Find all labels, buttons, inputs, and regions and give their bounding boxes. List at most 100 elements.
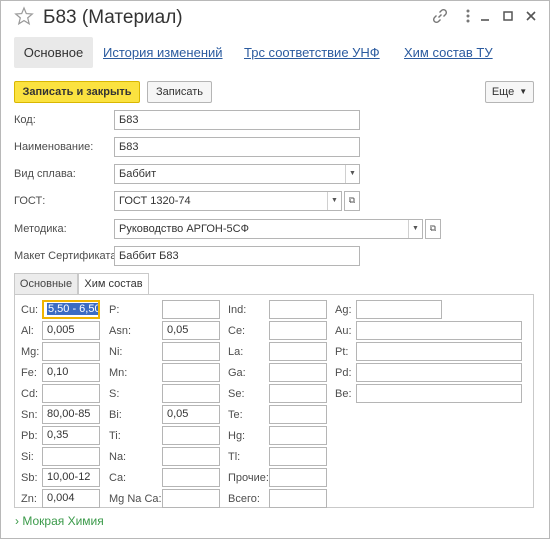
window-title: Б83 (Материал) — [43, 7, 183, 28]
tab-basic[interactable]: Основные — [14, 273, 78, 294]
element-field-pt[interactable] — [356, 342, 522, 361]
element-field-sb[interactable]: 10,00-12 — [42, 468, 100, 487]
more-label: Еще — [491, 86, 515, 98]
element-field-ind[interactable] — [269, 300, 327, 319]
chevron-down-icon[interactable]: ▼ — [408, 220, 422, 238]
form-window: Б83 (Материал) Основное История изменени… — [0, 0, 550, 539]
element-field-be[interactable] — [356, 384, 522, 403]
alloy-type-label: Вид сплава: — [14, 168, 76, 180]
wet-chemistry-label: Мокрая Химия — [22, 514, 104, 528]
save-button[interactable]: Записать — [147, 81, 212, 103]
element-label-ca: Ca: — [109, 472, 127, 484]
maximize-icon[interactable] — [499, 7, 517, 25]
code-label: Код: — [14, 114, 36, 126]
chevron-down-icon[interactable]: ▼ — [327, 192, 341, 210]
element-label-mn: Mn: — [109, 367, 128, 379]
element-field-pd[interactable] — [356, 363, 522, 382]
element-field-se[interactable] — [269, 384, 327, 403]
element-field-au[interactable] — [356, 321, 522, 340]
element-field-ni[interactable] — [162, 342, 220, 361]
element-label-other: Прочие: — [228, 472, 269, 484]
method-select[interactable]: Руководство АРГОН-5СФ ▼ — [114, 219, 423, 239]
element-label-la: La: — [228, 346, 244, 358]
method-value: Руководство АРГОН-5СФ — [119, 223, 249, 235]
element-label-ti: Ti: — [109, 430, 121, 442]
tab-chem-composition[interactable]: Хим состав — [78, 273, 149, 295]
element-label-s: S: — [109, 388, 120, 400]
name-label: Наименование: — [14, 141, 94, 153]
element-field-al[interactable]: 0,005 — [42, 321, 100, 340]
link-icon[interactable] — [431, 7, 449, 25]
open-method-icon[interactable]: ⧉ — [425, 219, 441, 239]
chevron-right-icon: › — [15, 514, 19, 528]
tab-chem-composition-tu[interactable]: Хим состав ТУ — [404, 37, 493, 68]
element-label-zn: Zn: — [21, 493, 37, 505]
element-field-mg-na-ca[interactable] — [162, 489, 220, 508]
element-label-bi: Bi: — [109, 409, 122, 421]
element-label-ce: Ce: — [228, 325, 246, 337]
gost-label: ГОСТ: — [14, 195, 46, 207]
element-field-p[interactable] — [162, 300, 220, 319]
minimize-icon[interactable] — [476, 7, 494, 25]
element-field-cu[interactable]: 5,50 - 6,50 — [42, 300, 100, 319]
element-label-ag: Ag: — [335, 304, 352, 316]
element-label-mg: Mg: — [21, 346, 40, 358]
selected-text: 5,50 - 6,50 — [47, 303, 100, 315]
element-field-sn[interactable]: 80,00-85 — [42, 405, 100, 424]
gost-select[interactable]: ГОСТ 1320-74 ▼ — [114, 191, 342, 211]
element-field-asn[interactable]: 0,05 — [162, 321, 220, 340]
element-label-fe: Fe: — [21, 367, 37, 379]
name-field[interactable]: Б83 — [114, 137, 360, 157]
element-field-te[interactable] — [269, 405, 327, 424]
element-label-au: Au: — [335, 325, 352, 337]
element-label-si: Si: — [21, 451, 34, 463]
wet-chemistry-section[interactable]: › Мокрая Химия — [15, 514, 104, 528]
element-label-al: Al: — [21, 325, 34, 337]
tab-history[interactable]: История изменений — [103, 37, 223, 68]
open-gost-icon[interactable]: ⧉ — [344, 191, 360, 211]
element-label-asn: Asn: — [109, 325, 132, 337]
element-label-total: Всего: — [228, 493, 260, 505]
element-field-hg[interactable] — [269, 426, 327, 445]
element-field-mg[interactable] — [42, 342, 100, 361]
save-and-close-button[interactable]: Записать и закрыть — [14, 81, 140, 103]
star-icon[interactable] — [14, 6, 34, 26]
element-field-la[interactable] — [269, 342, 327, 361]
element-field-total[interactable] — [269, 489, 327, 508]
element-field-bi[interactable]: 0,05 — [162, 405, 220, 424]
element-field-ti[interactable] — [162, 426, 220, 445]
chevron-down-icon: ▼ — [519, 87, 528, 96]
tab-unf-correspondence[interactable]: Трс соответствие УНФ — [244, 37, 380, 68]
gost-value: ГОСТ 1320-74 — [119, 195, 191, 207]
element-field-ca[interactable] — [162, 468, 220, 487]
element-field-si[interactable] — [42, 447, 100, 466]
alloy-type-select[interactable]: Баббит ▼ — [114, 164, 360, 184]
element-label-pt: Pt: — [335, 346, 349, 358]
alloy-type-value: Баббит — [119, 168, 157, 180]
element-label-be: Be: — [335, 388, 352, 400]
element-field-other[interactable] — [269, 468, 327, 487]
element-field-fe[interactable]: 0,10 — [42, 363, 100, 382]
element-field-cd[interactable] — [42, 384, 100, 403]
tab-main[interactable]: Основное — [14, 37, 93, 68]
more-vertical-icon[interactable] — [459, 7, 477, 25]
element-label-ni: Ni: — [109, 346, 123, 358]
element-field-s[interactable] — [162, 384, 220, 403]
chevron-down-icon[interactable]: ▼ — [345, 165, 359, 183]
element-field-na[interactable] — [162, 447, 220, 466]
close-icon[interactable] — [522, 7, 540, 25]
element-field-tl[interactable] — [269, 447, 327, 466]
element-field-ag[interactable] — [356, 300, 442, 319]
code-field[interactable]: Б83 — [114, 110, 360, 130]
more-button[interactable]: Еще ▼ — [485, 81, 534, 103]
element-label-se: Se: — [228, 388, 245, 400]
certificate-label: Макет Сертификата: — [14, 250, 120, 262]
element-field-mn[interactable] — [162, 363, 220, 382]
certificate-field[interactable]: Баббит Б83 — [114, 246, 360, 266]
element-label-sb: Sb: — [21, 472, 38, 484]
element-field-ce[interactable] — [269, 321, 327, 340]
element-field-zn[interactable]: 0,004 — [42, 489, 100, 508]
element-label-tl: Tl: — [228, 451, 241, 463]
element-field-pb[interactable]: 0,35 — [42, 426, 100, 445]
element-field-ga[interactable] — [269, 363, 327, 382]
